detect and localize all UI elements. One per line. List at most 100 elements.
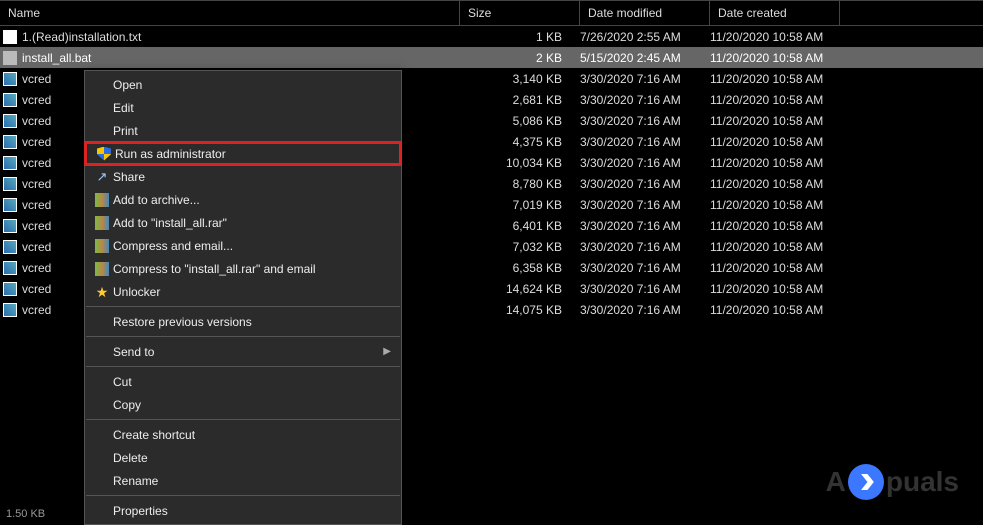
file-date-created: 11/20/2020 10:58 AM <box>710 156 840 170</box>
file-date-modified: 3/30/2020 7:16 AM <box>580 219 710 233</box>
ctx-edit-label: Edit <box>113 101 391 115</box>
ctx-cut-label: Cut <box>113 375 391 389</box>
file-date-created: 11/20/2020 10:58 AM <box>710 135 840 149</box>
ctx-print-label: Print <box>113 124 391 138</box>
file-date-created: 11/20/2020 10:58 AM <box>710 282 840 296</box>
file-type-icon <box>0 114 20 128</box>
separator <box>86 366 400 367</box>
file-date-modified: 3/30/2020 7:16 AM <box>580 93 710 107</box>
file-date-created: 11/20/2020 10:58 AM <box>710 198 840 212</box>
file-type-icon <box>0 51 20 65</box>
file-date-created: 11/20/2020 10:58 AM <box>710 93 840 107</box>
file-name: 1.(Read)installation.txt <box>20 30 460 44</box>
file-size: 3,140 KB <box>460 72 580 86</box>
ctx-cut[interactable]: Cut <box>85 370 401 393</box>
ctx-add-to-archive-label: Add to archive... <box>113 193 391 207</box>
shield-icon <box>93 147 115 161</box>
file-date-created: 11/20/2020 10:58 AM <box>710 72 840 86</box>
file-date-modified: 3/30/2020 7:16 AM <box>580 156 710 170</box>
ctx-copy[interactable]: Copy <box>85 393 401 416</box>
file-type-icon <box>0 303 20 317</box>
ctx-add-to-archive[interactable]: Add to archive... <box>85 188 401 211</box>
file-date-created: 11/20/2020 10:58 AM <box>710 51 840 65</box>
file-date-modified: 7/26/2020 2:55 AM <box>580 30 710 44</box>
file-date-created: 11/20/2020 10:58 AM <box>710 240 840 254</box>
file-date-modified: 5/15/2020 2:45 AM <box>580 51 710 65</box>
file-type-icon <box>0 135 20 149</box>
share-icon: ↗ <box>91 169 113 185</box>
column-header-size[interactable]: Size <box>460 1 580 25</box>
ctx-send-to-label: Send to <box>113 345 383 359</box>
file-explorer: Name Size Date modified Date created 1.(… <box>0 0 983 524</box>
ctx-share-label: Share <box>113 170 391 184</box>
ctx-compress-rar-email[interactable]: Compress to "install_all.rar" and email <box>85 257 401 280</box>
ctx-rename-label: Rename <box>113 474 391 488</box>
file-date-modified: 3/30/2020 7:16 AM <box>580 240 710 254</box>
winrar-icon <box>91 193 113 207</box>
file-row[interactable]: install_all.bat2 KB5/15/2020 2:45 AM11/2… <box>0 47 983 68</box>
file-size: 2 KB <box>460 51 580 65</box>
ctx-compress-email-label: Compress and email... <box>113 239 391 253</box>
ctx-open[interactable]: Open <box>85 73 401 96</box>
ctx-run-as-admin-label: Run as administrator <box>115 147 389 161</box>
file-size: 10,034 KB <box>460 156 580 170</box>
ctx-open-label: Open <box>113 78 391 92</box>
star-icon: ★ <box>91 285 113 299</box>
file-date-created: 11/20/2020 10:58 AM <box>710 114 840 128</box>
ctx-unlocker-label: Unlocker <box>113 285 391 299</box>
file-date-modified: 3/30/2020 7:16 AM <box>580 261 710 275</box>
file-name: install_all.bat <box>20 51 460 65</box>
chevron-right-icon: ▶ <box>383 346 391 357</box>
ctx-edit[interactable]: Edit <box>85 96 401 119</box>
file-size: 6,358 KB <box>460 261 580 275</box>
winrar-icon <box>91 262 113 276</box>
ctx-send-to[interactable]: Send to▶ <box>85 340 401 363</box>
watermark: A puals <box>826 464 959 500</box>
file-date-modified: 3/30/2020 7:16 AM <box>580 114 710 128</box>
ctx-run-as-admin[interactable]: Run as administrator <box>84 141 402 166</box>
context-menu: Open Edit Print Run as administrator ↗Sh… <box>84 70 402 525</box>
file-size: 14,624 KB <box>460 282 580 296</box>
file-date-modified: 3/30/2020 7:16 AM <box>580 282 710 296</box>
file-date-modified: 3/30/2020 7:16 AM <box>580 177 710 191</box>
watermark-text-post: puals <box>886 466 959 498</box>
file-size: 2,681 KB <box>460 93 580 107</box>
file-date-created: 11/20/2020 10:58 AM <box>710 261 840 275</box>
ctx-restore-versions[interactable]: Restore previous versions <box>85 310 401 333</box>
ctx-properties[interactable]: Properties <box>85 499 401 522</box>
file-type-icon <box>0 93 20 107</box>
file-row[interactable]: 1.(Read)installation.txt1 KB7/26/2020 2:… <box>0 26 983 47</box>
column-header-created[interactable]: Date created <box>710 1 840 25</box>
ctx-compress-rar-email-label: Compress to "install_all.rar" and email <box>113 262 391 276</box>
file-size: 5,086 KB <box>460 114 580 128</box>
ctx-create-shortcut[interactable]: Create shortcut <box>85 423 401 446</box>
file-date-modified: 3/30/2020 7:16 AM <box>580 135 710 149</box>
file-size: 14,075 KB <box>460 303 580 317</box>
watermark-text-pre: A <box>826 466 846 498</box>
file-date-created: 11/20/2020 10:58 AM <box>710 219 840 233</box>
separator <box>86 336 400 337</box>
file-date-modified: 3/30/2020 7:16 AM <box>580 198 710 212</box>
file-type-icon <box>0 240 20 254</box>
ctx-share[interactable]: ↗Share <box>85 165 401 188</box>
file-date-modified: 3/30/2020 7:16 AM <box>580 303 710 317</box>
ctx-delete[interactable]: Delete <box>85 446 401 469</box>
file-type-icon <box>0 156 20 170</box>
file-type-icon <box>0 177 20 191</box>
ctx-rename[interactable]: Rename <box>85 469 401 492</box>
separator <box>86 419 400 420</box>
file-type-icon <box>0 30 20 44</box>
ctx-unlocker[interactable]: ★Unlocker <box>85 280 401 303</box>
file-size: 4,375 KB <box>460 135 580 149</box>
ctx-compress-email[interactable]: Compress and email... <box>85 234 401 257</box>
ctx-add-to-rar-label: Add to "install_all.rar" <box>113 216 391 230</box>
column-header-name[interactable]: Name <box>0 1 460 25</box>
separator <box>86 306 400 307</box>
ctx-print[interactable]: Print <box>85 119 401 142</box>
ctx-add-to-rar[interactable]: Add to "install_all.rar" <box>85 211 401 234</box>
file-type-icon <box>0 282 20 296</box>
ctx-restore-label: Restore previous versions <box>113 315 391 329</box>
ctx-copy-label: Copy <box>113 398 391 412</box>
winrar-icon <box>91 216 113 230</box>
column-header-modified[interactable]: Date modified <box>580 1 710 25</box>
